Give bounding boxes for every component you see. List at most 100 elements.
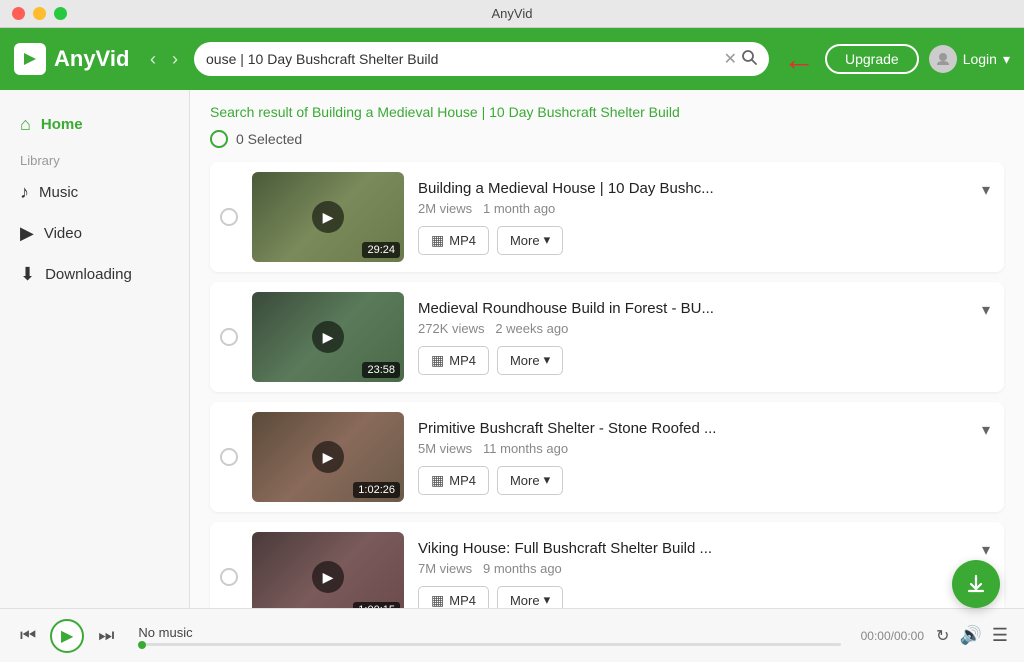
mp4-button-1[interactable]: ▦ MP4	[418, 226, 489, 255]
song-info: No music	[138, 625, 840, 646]
home-icon: ⌂	[20, 114, 31, 135]
title-bar: AnyVid	[0, 0, 1024, 28]
repeat-icon[interactable]: ↻	[936, 626, 949, 646]
login-label: Login	[963, 51, 997, 67]
expand-button-4[interactable]: ▾	[978, 540, 994, 560]
mp4-button-2[interactable]: ▦ MP4	[418, 346, 489, 375]
bottom-bar: ⏮ ▶ ⏭ No music 00:00/00:00 ↻ 🔊 ☰	[0, 608, 1024, 662]
more-button-3[interactable]: More ▾	[497, 466, 563, 495]
sidebar-item-video[interactable]: ▶ Video	[0, 213, 189, 254]
film-icon-2: ▦	[431, 352, 444, 369]
film-icon-3: ▦	[431, 472, 444, 489]
film-icon-4: ▦	[431, 592, 444, 609]
arrow-indicator: ←	[783, 41, 815, 78]
search-input[interactable]	[206, 51, 720, 67]
next-track-button[interactable]: ⏭	[94, 621, 118, 650]
playback-controls: ⏮ ▶ ⏭	[16, 619, 118, 653]
sidebar-item-downloading[interactable]: ⬇ Downloading	[0, 254, 189, 295]
video-thumbnail-3[interactable]: ▶ 1:02:26	[252, 412, 404, 502]
play-pause-button[interactable]: ▶	[50, 619, 84, 653]
more-button-4[interactable]: More ▾	[497, 586, 563, 609]
avatar	[929, 45, 957, 73]
sidebar: ⌂ Home Library ♪ Music ▶ Video ⬇ Downloa…	[0, 90, 190, 608]
progress-bar[interactable]	[138, 643, 840, 646]
film-icon-1: ▦	[431, 232, 444, 249]
video-card-3: ▶ 1:02:26 Primitive Bushcraft Shelter - …	[210, 402, 1004, 512]
sidebar-music-label: Music	[39, 184, 78, 201]
video-title-3: Primitive Bushcraft Shelter - Stone Roof…	[418, 420, 978, 437]
dropdown-arrow-icon: ▾	[1003, 51, 1010, 68]
duration-badge-2: 23:58	[362, 362, 400, 378]
video-checkbox-1[interactable]	[220, 208, 238, 226]
video-checkbox-2[interactable]	[220, 328, 238, 346]
video-card-4: ▶ 1:00:15 Viking House: Full Bushcraft S…	[210, 522, 1004, 608]
video-meta-2: 272K views 2 weeks ago	[418, 321, 994, 336]
more-button-2[interactable]: More ▾	[497, 346, 563, 375]
video-title-1: Building a Medieval House | 10 Day Bushc…	[418, 180, 978, 197]
minimize-button[interactable]	[33, 7, 46, 20]
content-area: Search result of Building a Medieval Hou…	[190, 90, 1024, 608]
video-thumbnail-1[interactable]: ▶ 29:24	[252, 172, 404, 262]
upgrade-button[interactable]: Upgrade	[825, 44, 919, 74]
select-all-circle[interactable]	[210, 130, 228, 148]
play-button-3[interactable]: ▶	[312, 441, 344, 473]
search-submit-button[interactable]	[741, 49, 757, 70]
video-meta-4: 7M views 9 months ago	[418, 561, 994, 576]
window-controls	[12, 7, 67, 20]
video-actions-4: ▦ MP4 More ▾	[418, 586, 994, 609]
video-card-2: ▶ 23:58 Medieval Roundhouse Build in For…	[210, 282, 1004, 392]
login-area[interactable]: Login ▾	[929, 45, 1010, 73]
nav-arrows: ‹ ›	[144, 47, 184, 72]
selected-row: 0 Selected	[210, 130, 1004, 148]
search-bar: ✕	[194, 42, 769, 76]
nav-forward-button[interactable]: ›	[166, 47, 184, 72]
mp4-button-3[interactable]: ▦ MP4	[418, 466, 489, 495]
expand-button-3[interactable]: ▾	[978, 420, 994, 440]
video-info-3: Primitive Bushcraft Shelter - Stone Roof…	[418, 420, 994, 495]
duration-badge-4: 1:00:15	[353, 602, 400, 608]
search-result-prefix: Search result of	[210, 104, 308, 120]
downloading-icon: ⬇	[20, 264, 35, 285]
search-clear-button[interactable]: ✕	[720, 49, 741, 69]
play-button-1[interactable]: ▶	[312, 201, 344, 233]
play-button-2[interactable]: ▶	[312, 321, 344, 353]
video-meta-3: 5M views 11 months ago	[418, 441, 994, 456]
video-thumbnail-2[interactable]: ▶ 23:58	[252, 292, 404, 382]
sidebar-downloading-label: Downloading	[45, 266, 132, 283]
video-icon: ▶	[20, 223, 34, 244]
duration-badge-3: 1:02:26	[353, 482, 400, 498]
main-layout: ⌂ Home Library ♪ Music ▶ Video ⬇ Downloa…	[0, 90, 1024, 608]
mp4-button-4[interactable]: ▦ MP4	[418, 586, 489, 609]
expand-button-1[interactable]: ▾	[978, 180, 994, 200]
playlist-icon[interactable]: ☰	[992, 625, 1008, 646]
video-checkbox-4[interactable]	[220, 568, 238, 586]
video-actions-3: ▦ MP4 More ▾	[418, 466, 994, 495]
sidebar-item-home[interactable]: ⌂ Home	[0, 104, 189, 145]
window-title: AnyVid	[492, 6, 533, 21]
video-meta-1: 2M views 1 month ago	[418, 201, 994, 216]
prev-track-button[interactable]: ⏮	[16, 621, 40, 650]
bottom-right-controls: ↻ 🔊 ☰	[936, 625, 1008, 646]
sidebar-item-music[interactable]: ♪ Music	[0, 172, 189, 213]
maximize-button[interactable]	[54, 7, 67, 20]
play-button-4[interactable]: ▶	[312, 561, 344, 593]
video-thumbnail-4[interactable]: ▶ 1:00:15	[252, 532, 404, 608]
video-info-4: Viking House: Full Bushcraft Shelter Bui…	[418, 540, 994, 609]
video-card-1: ▶ 29:24 Building a Medieval House | 10 D…	[210, 162, 1004, 272]
sidebar-home-label: Home	[41, 116, 83, 133]
video-checkbox-3[interactable]	[220, 448, 238, 466]
logo-text: AnyVid	[54, 46, 129, 72]
logo-icon	[14, 43, 46, 75]
more-button-1[interactable]: More ▾	[497, 226, 563, 255]
close-button[interactable]	[12, 7, 25, 20]
volume-icon[interactable]: 🔊	[959, 625, 981, 646]
search-result-query: Building a Medieval House | 10 Day Bushc…	[312, 104, 680, 120]
video-actions-1: ▦ MP4 More ▾	[418, 226, 994, 255]
fab-download-button[interactable]	[952, 560, 1000, 608]
logo-area: AnyVid	[14, 43, 134, 75]
nav-back-button[interactable]: ‹	[144, 47, 162, 72]
sidebar-video-label: Video	[44, 225, 82, 242]
expand-button-2[interactable]: ▾	[978, 300, 994, 320]
video-info-2: Medieval Roundhouse Build in Forest - BU…	[418, 300, 994, 375]
selected-count: 0 Selected	[236, 131, 302, 147]
